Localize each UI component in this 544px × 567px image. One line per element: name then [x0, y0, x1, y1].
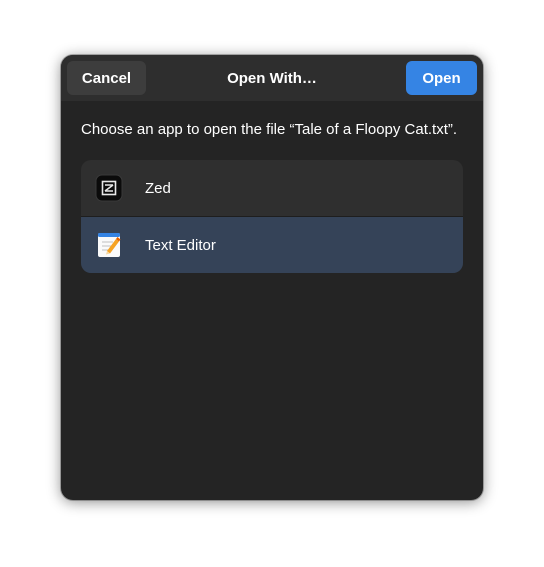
cancel-button[interactable]: Cancel: [67, 61, 146, 95]
app-item-label: Text Editor: [145, 236, 216, 254]
dialog-description: Choose an app to open the file “Tale of …: [81, 121, 458, 138]
app-item-label: Zed: [145, 179, 171, 197]
app-list: Zed Text Editor: [81, 160, 463, 273]
app-item-zed[interactable]: Zed: [81, 160, 463, 216]
zed-app-icon: [95, 174, 123, 202]
app-item-text-editor[interactable]: Text Editor: [81, 216, 463, 273]
text-editor-app-icon: [98, 233, 121, 257]
open-button[interactable]: Open: [406, 61, 477, 95]
dialog-header: Cancel Open With… Open: [61, 55, 483, 101]
open-with-dialog: Cancel Open With… Open Choose an app to …: [61, 55, 483, 500]
